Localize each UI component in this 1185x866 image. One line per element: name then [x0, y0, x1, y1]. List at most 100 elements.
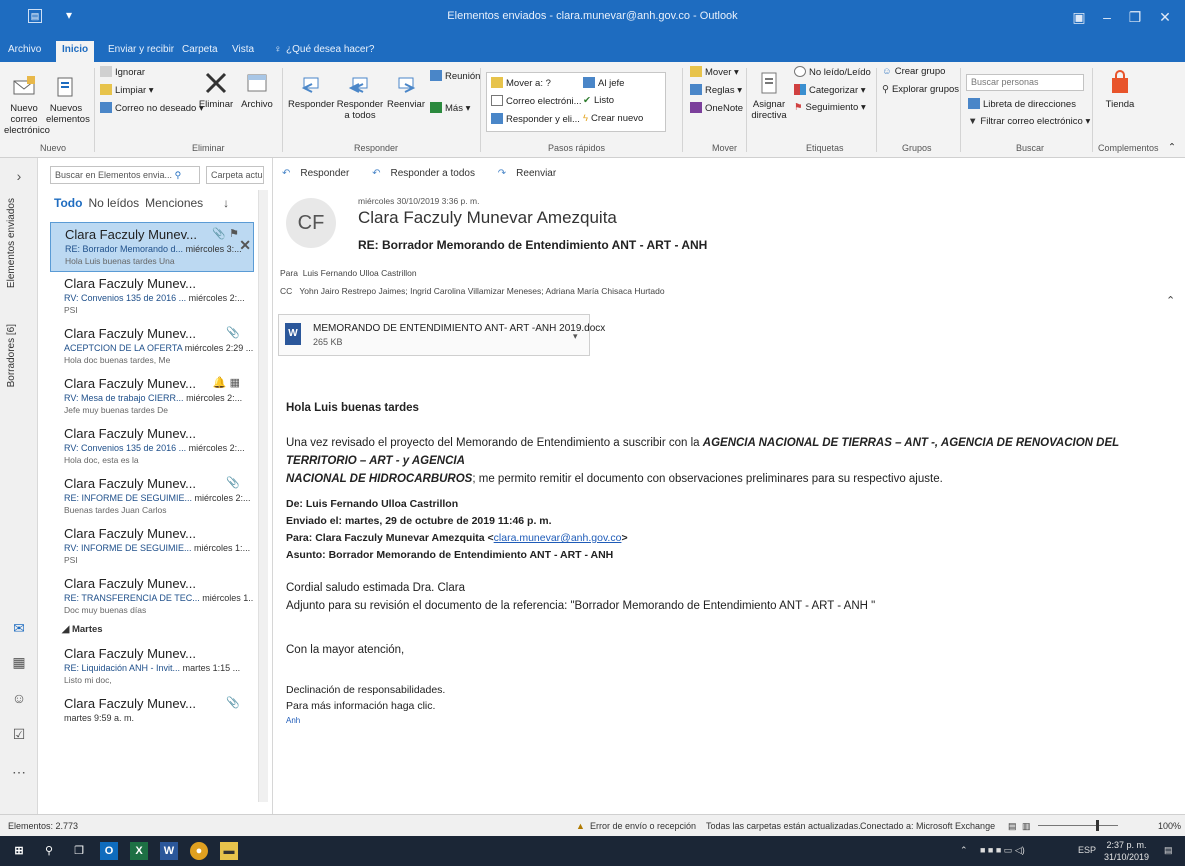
- anh-link[interactable]: Anh: [286, 716, 300, 725]
- forward-action[interactable]: ↷ Reenviar: [498, 168, 566, 179]
- zoom-slider[interactable]: [1038, 825, 1118, 826]
- tab-vista[interactable]: Vista: [232, 44, 254, 55]
- task-view-icon[interactable]: ❐: [70, 842, 88, 860]
- onenote-button[interactable]: OneNote: [690, 102, 743, 114]
- delete-button[interactable]: Eliminar: [196, 70, 236, 110]
- filter-email-button[interactable]: ▼ Filtrar correo electrónico ▾: [968, 116, 1090, 127]
- filter-unread[interactable]: No leídos: [88, 196, 139, 210]
- quick-step-reply-delete[interactable]: Responder y eli...: [491, 113, 580, 125]
- list-item[interactable]: Clara Faczuly Munev... RE: INFORME DE SEG…: [50, 472, 254, 522]
- mail-icon[interactable]: ✉: [10, 620, 28, 638]
- calendar-icon[interactable]: ▦: [10, 654, 28, 672]
- forward-button[interactable]: Reenviar: [386, 70, 426, 110]
- search-input[interactable]: Buscar en Elementos envia... ⚲: [50, 166, 200, 184]
- search-icon[interactable]: ⚲: [40, 842, 58, 860]
- zoom-slider-knob[interactable]: [1096, 820, 1099, 831]
- zoom-level[interactable]: 100%: [1158, 821, 1181, 831]
- list-item[interactable]: Clara Faczuly Munev... RV: Convenios 135 …: [50, 272, 254, 322]
- followup-button[interactable]: ⚑ Seguimiento ▾: [794, 102, 866, 113]
- minimize-button[interactable]: –: [1096, 6, 1118, 28]
- attachment-dropdown-icon[interactable]: ▾: [573, 331, 578, 342]
- list-item[interactable]: Clara Faczuly Munev... RV: Mesa de trabaj…: [50, 372, 254, 422]
- folder-drafts[interactable]: Borradores [6]: [6, 324, 17, 387]
- attachment-flag-icon[interactable]: 📎: [226, 326, 240, 339]
- reply-button[interactable]: Responder: [288, 70, 334, 110]
- more-respond-button[interactable]: Más ▾: [430, 102, 470, 114]
- maximize-button[interactable]: ❐: [1124, 6, 1146, 28]
- search-scope-dropdown[interactable]: Carpeta actual ▾: [206, 166, 264, 184]
- attachment-flag-icon[interactable]: 🔔 ▦: [213, 376, 240, 389]
- cc-recipients[interactable]: Yohn Jairo Restrepo Jaimes; Ingrid Carol…: [299, 286, 664, 296]
- excel-taskbar-icon[interactable]: X: [130, 842, 148, 860]
- list-item[interactable]: Clara Faczuly Munev... ACEPTCION DE LA OF…: [50, 322, 254, 372]
- list-item[interactable]: Clara Faczuly Munev... RV: Convenios 135 …: [50, 422, 254, 472]
- input-language[interactable]: ESP: [1078, 845, 1096, 855]
- to-recipient[interactable]: Luis Fernando Ulloa Castrillon: [303, 268, 417, 278]
- send-error-status[interactable]: Error de envío o recepción: [590, 821, 696, 831]
- address-book-button[interactable]: Libreta de direcciones: [968, 98, 1076, 110]
- junk-email-button[interactable]: Correo no deseado ▾: [100, 102, 204, 114]
- close-button[interactable]: ✕: [1154, 6, 1176, 28]
- rules-button[interactable]: Reglas ▾: [690, 84, 742, 96]
- tell-me-search[interactable]: ¿Qué desea hacer?: [286, 44, 374, 55]
- collapse-header-icon[interactable]: ⌃: [1166, 294, 1175, 307]
- collapse-ribbon-icon[interactable]: ⌃: [1168, 142, 1176, 153]
- reply-all-button[interactable]: Responder a todos: [334, 70, 386, 121]
- sort-arrow-icon[interactable]: ↓: [223, 196, 229, 210]
- tray-app-icons[interactable]: ■ ■ ■ ▭ ◁): [980, 845, 1025, 856]
- system-clock[interactable]: 2:37 p. m. 31/10/2019: [1104, 839, 1149, 863]
- reply-action[interactable]: ↶ Responder: [282, 168, 359, 179]
- ignore-button[interactable]: Ignorar: [100, 66, 145, 78]
- list-item[interactable]: Clara Faczuly Munev... martes 9:59 a. m.…: [50, 692, 254, 742]
- attachment-flag-icon[interactable]: 📎: [226, 696, 240, 709]
- outlook-taskbar-icon[interactable]: O: [100, 842, 118, 860]
- chrome-taskbar-icon[interactable]: ●: [190, 842, 208, 860]
- tab-inicio[interactable]: Inicio: [56, 41, 95, 62]
- list-scrollbar[interactable]: [258, 190, 268, 802]
- windows-start-icon[interactable]: ⊞: [10, 842, 28, 860]
- tab-enviar-recibir[interactable]: Enviar y recibir: [108, 44, 174, 55]
- folder-sent-items[interactable]: Elementos enviados: [6, 198, 17, 288]
- new-email-button[interactable]: Nuevo correo electrónico: [4, 74, 50, 136]
- delete-item-icon[interactable]: ✕: [239, 237, 251, 254]
- create-group-button[interactable]: ☺ Crear grupo: [882, 66, 945, 77]
- attachment-flag-icon[interactable]: 📎: [226, 476, 240, 489]
- search-people-input[interactable]: Buscar personas: [966, 74, 1084, 91]
- list-item[interactable]: Clara Faczuly Munev... RE: Liquidación AN…: [50, 642, 254, 692]
- quick-step-email[interactable]: Correo electróni...: [491, 95, 582, 107]
- attachment-flag-icon[interactable]: 📎 ⚑: [212, 227, 239, 240]
- unread-read-button[interactable]: No leído/Leído: [794, 66, 871, 78]
- tab-archivo[interactable]: Archivo: [8, 44, 41, 55]
- list-item[interactable]: Clara Faczuly Munev... RV: INFORME DE SEG…: [50, 522, 254, 572]
- expand-folder-pane-icon[interactable]: ›: [10, 168, 28, 186]
- tasks-icon[interactable]: ☑: [10, 726, 28, 744]
- filter-mentions[interactable]: Menciones: [145, 196, 203, 210]
- quick-step-to-boss[interactable]: Al jefe: [583, 77, 624, 89]
- list-item[interactable]: Clara Faczuly Munev... RE: TRANSFERENCIA …: [50, 572, 254, 622]
- sender-name[interactable]: Clara Faczuly Munevar Amezquita: [358, 208, 617, 228]
- ribbon-display-options-icon[interactable]: ▣: [1068, 6, 1090, 28]
- file-explorer-taskbar-icon[interactable]: ▬: [220, 842, 238, 860]
- more-apps-icon[interactable]: ⋯: [10, 764, 28, 782]
- assign-policy-button[interactable]: Asignar directiva: [750, 70, 788, 121]
- quick-step-move-to[interactable]: Mover a: ?: [491, 77, 551, 89]
- group-header-tuesday[interactable]: ◢ Martes: [62, 624, 103, 635]
- attachment-card[interactable]: W MEMORANDO DE ENTENDIMIENTO ANT- ART -A…: [278, 314, 605, 356]
- quick-step-create-new[interactable]: ϟ Crear nuevo: [583, 113, 643, 124]
- people-icon[interactable]: ☺: [10, 690, 28, 708]
- clean-up-button[interactable]: Limpiar ▾: [100, 84, 154, 96]
- tray-chevron-icon[interactable]: ⌃: [960, 845, 968, 856]
- tab-carpeta[interactable]: Carpeta: [182, 44, 218, 55]
- notifications-icon[interactable]: ▤: [1164, 845, 1173, 856]
- move-button[interactable]: Mover ▾: [690, 66, 739, 78]
- list-item[interactable]: Clara Faczuly Munev... RE: Borrador Memor…: [50, 222, 254, 272]
- browse-groups-button[interactable]: ⚲ Explorar grupos: [882, 84, 959, 95]
- archive-button[interactable]: Archivo: [238, 70, 276, 110]
- reply-all-action[interactable]: ↶ Responder a todos: [372, 168, 485, 179]
- reading-view-icon[interactable]: ▥: [1022, 821, 1031, 832]
- quick-step-done[interactable]: ✔ Listo: [583, 95, 614, 106]
- normal-view-icon[interactable]: ▤: [1008, 821, 1017, 832]
- categorize-button[interactable]: Categorizar ▾: [794, 84, 866, 96]
- store-button[interactable]: Tienda: [1100, 70, 1140, 110]
- filter-all[interactable]: Todo: [54, 196, 82, 210]
